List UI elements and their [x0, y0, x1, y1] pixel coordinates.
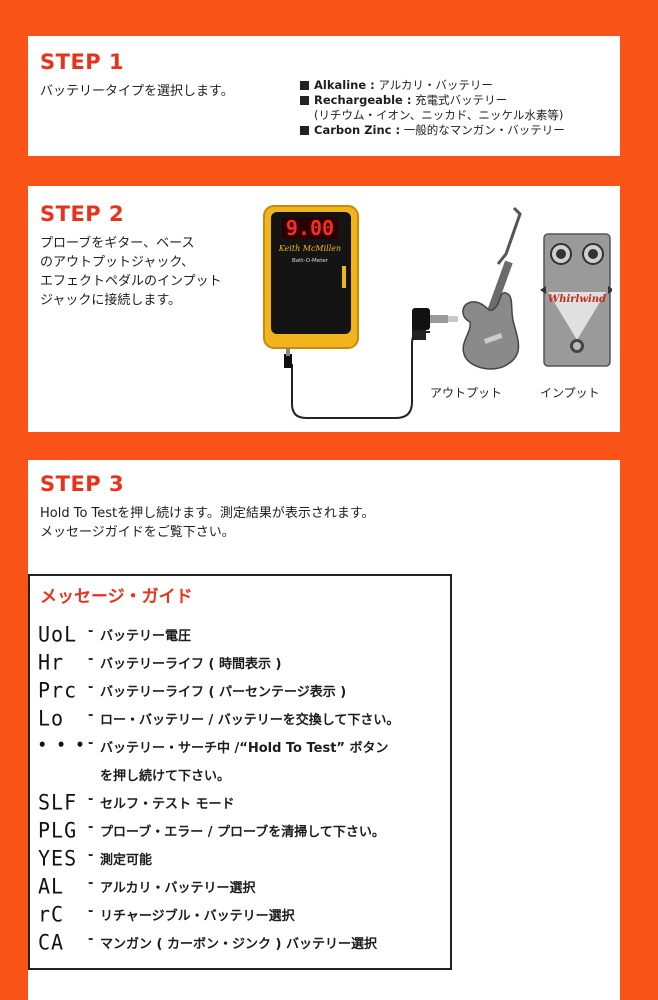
guide-desc: アルカリ・バッテリー選択: [100, 881, 256, 896]
step3-heading: STEP 3: [40, 472, 125, 496]
electric-guitar-icon: [462, 206, 522, 370]
battery-type-list: Alkaline : アルカリ・バッテリー Rechargeable : 充電式…: [300, 78, 565, 138]
guide-desc: リチャージブル・バッテリー選択: [100, 909, 295, 924]
meter-display: 9.00: [286, 216, 334, 240]
battery-type-rechargeable: Rechargeable : 充電式バッテリー: [300, 93, 565, 108]
meter-model: Batt-O-Meter: [292, 258, 329, 264]
guide-desc: を押し続けて下さい。: [100, 769, 231, 784]
pedal-brand: Whirlwind: [548, 294, 606, 305]
step1-panel: STEP 1 バッテリータイプを選択します。 Alkaline : アルカリ・バ…: [28, 36, 620, 156]
caption-output: アウトプット: [430, 386, 503, 400]
effects-pedal-icon: Whirlwind: [540, 233, 612, 367]
step2-heading: STEP 2: [40, 202, 125, 226]
guide-desc: プローブ・エラー / プローブを清掃して下さい。: [100, 825, 385, 840]
step1-instruction: バッテリータイプを選択します。: [40, 84, 234, 99]
step3-instruction: Hold To Testを押し続けます。測定結果が表示されます。 メッセージガイ…: [40, 506, 375, 540]
step2-instruction: プローブをギター、ベース のアウトプットジャック、 エフェクトペダルのインプット…: [40, 236, 222, 308]
step3-panel: STEP 3 Hold To Testを押し続けます。測定結果が表示されます。 …: [28, 460, 620, 1000]
caption-input: インプット: [540, 386, 600, 400]
guide-desc: バッテリーライフ ( 時間表示 ): [100, 657, 282, 672]
bullet-square-icon: [300, 96, 309, 105]
meter-brand: Keith McMillen: [278, 244, 341, 253]
bullet-square-icon: [300, 126, 309, 135]
guide-desc: バッテリー電圧: [100, 629, 192, 644]
guide-desc: 測定可能: [100, 853, 153, 868]
guide-desc: バッテリーライフ ( パーセンテージ表示 ): [100, 685, 347, 700]
step2-panel: STEP 2 プローブをギター、ベース のアウトプットジャック、 エフェクトペダ…: [28, 186, 620, 432]
step1-heading: STEP 1: [40, 50, 125, 74]
guide-desc: ロー・バッテリー / バッテリーを交換して下さい。: [100, 713, 400, 728]
guide-desc: セルフ・テスト モード: [100, 797, 235, 812]
jack-plug-icon: [412, 308, 458, 340]
message-guide-box: メッセージ・ガイド UoL - バッテリー電圧 Hr - バッテリーライフ ( 時間表示…: [28, 574, 452, 970]
battery-type-alkaline: Alkaline : アルカリ・バッテリー: [300, 78, 565, 93]
batt-o-meter-device: 9.00 Keith McMillen Batt-O-Meter: [263, 205, 359, 368]
battery-type-carbon-zinc: Carbon Zinc : 一般的なマンガン・バッテリー: [300, 123, 565, 138]
guide-desc: バッテリー・サーチ中 /“Hold To Test” ボタン: [100, 741, 389, 756]
message-guide-title: メッセージ・ガイド: [40, 587, 193, 607]
bullet-square-icon: [300, 81, 309, 90]
guide-desc: マンガン ( カーボン・ジンク ) バッテリー選択: [100, 937, 377, 952]
battery-type-rechargeable-note: (リチウム・イオン、ニッカド、ニッケル水素等): [314, 108, 564, 122]
